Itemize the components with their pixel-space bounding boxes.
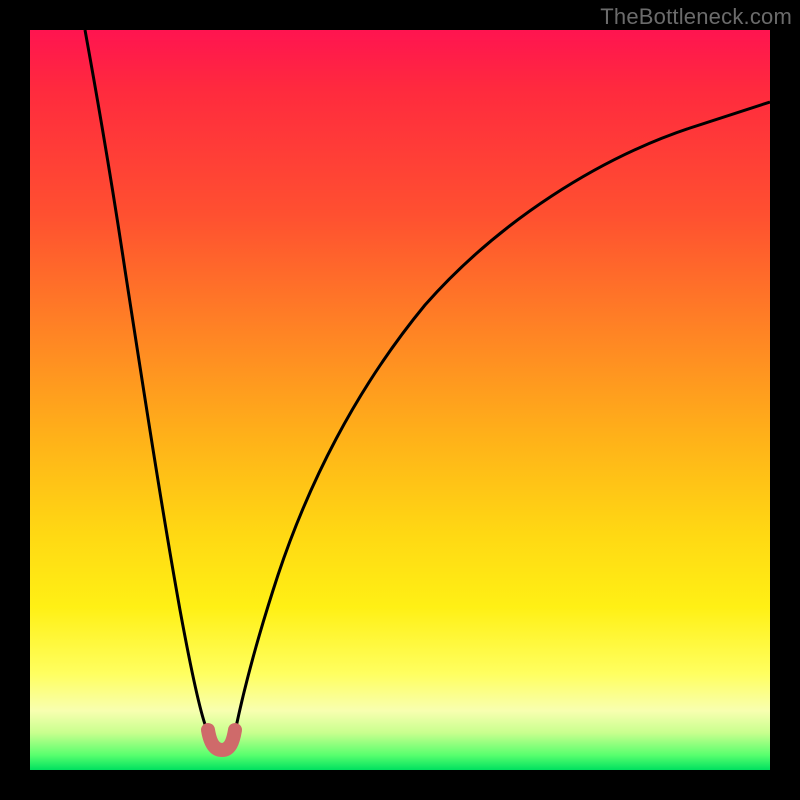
chart-svg <box>30 30 770 770</box>
curve-right-branch <box>235 102 770 732</box>
curve-left-branch <box>85 30 208 732</box>
chart-plot-area <box>30 30 770 770</box>
chart-frame: TheBottleneck.com <box>0 0 800 800</box>
watermark-text: TheBottleneck.com <box>600 4 792 30</box>
valley-marker <box>208 730 235 750</box>
